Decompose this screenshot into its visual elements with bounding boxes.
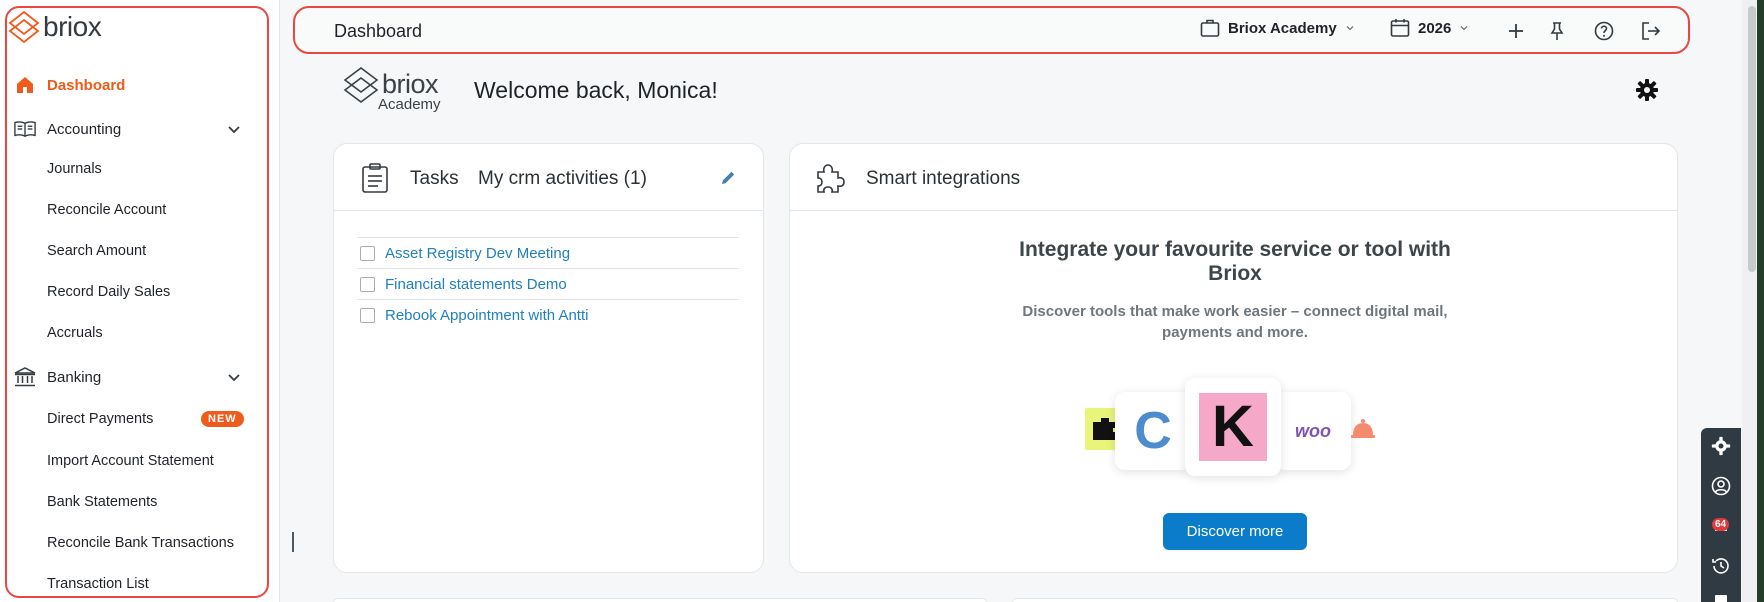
sidebar-item-bank-statements[interactable]: Bank Statements: [0, 485, 270, 519]
bank-icon: [14, 366, 36, 388]
c-logo: C: [1134, 402, 1172, 460]
pencil-icon[interactable]: [720, 169, 737, 186]
sidebar-item-transaction-list[interactable]: Transaction List: [0, 567, 270, 601]
text-cursor: [292, 532, 294, 552]
sidebar-item-label: Banking: [47, 368, 102, 386]
scroll-thumb[interactable]: [1748, 6, 1756, 272]
sidebar-item-dashboard[interactable]: Dashboard: [0, 68, 270, 102]
gear-icon[interactable]: [1710, 435, 1732, 457]
integrations-description: Discover tools that make work easier – c…: [1022, 303, 1448, 341]
sidebar-item-banking[interactable]: Banking: [0, 360, 270, 394]
calendar-icon: [1390, 19, 1410, 37]
sidebar-item-direct-payments[interactable]: Direct Payments NEW: [0, 402, 270, 436]
sidebar-item-label: Reconcile Account: [47, 202, 167, 218]
task-checkbox[interactable]: [360, 307, 375, 323]
briox-logo[interactable]: briox: [7, 10, 102, 44]
sidebar-item-label: Import Account Statement: [47, 453, 214, 469]
document-icon[interactable]: [1710, 590, 1732, 602]
woo-logo: woo: [1295, 420, 1331, 441]
bell-logo-icon: [1351, 419, 1375, 438]
woo-logo-tile: woo: [1275, 392, 1351, 470]
sidebar-item-reconcile-bank-transactions[interactable]: Reconcile Bank Transactions: [0, 526, 270, 560]
task-row: Asset Registry Dev Meeting: [357, 237, 739, 268]
briefcase-icon: [1200, 19, 1220, 37]
sidebar: briox Dashboard Accounting Journals Reco…: [0, 0, 280, 602]
sidebar-item-label: Dashboard: [47, 76, 126, 94]
page-title: Dashboard: [334, 21, 423, 41]
sidebar-item-reconcile-account[interactable]: Reconcile Account: [0, 193, 270, 227]
notification-badge: 64: [1712, 518, 1730, 531]
task-link[interactable]: Rebook Appointment with Antti: [385, 307, 588, 324]
brand-name: briox: [43, 11, 102, 42]
sidebar-item-label: Reconcile Bank Transactions: [47, 535, 234, 551]
book-icon: [14, 118, 36, 140]
gear-icon[interactable]: [1635, 78, 1659, 102]
task-list: Asset Registry Dev Meeting Financial sta…: [357, 237, 739, 330]
task-checkbox[interactable]: [360, 276, 375, 292]
lower-card-left: [333, 598, 987, 602]
sidebar-item-label: Record Daily Sales: [47, 284, 171, 300]
task-link[interactable]: Asset Registry Dev Meeting: [385, 245, 570, 262]
tasks-title: Tasks: [410, 168, 459, 189]
sidebar-item-record-daily-sales[interactable]: Record Daily Sales: [0, 275, 270, 309]
chevron-down-icon: [1346, 26, 1354, 31]
tasks-card: Tasks My crm activities (1) Asset Regist…: [333, 143, 764, 573]
desktop-edge: [1757, 0, 1764, 602]
chevron-down-icon: [1460, 26, 1468, 31]
sidebar-item-import-account-statement[interactable]: Import Account Statement: [0, 444, 270, 478]
task-row: Rebook Appointment with Antti: [357, 299, 739, 330]
briox-academy-logo-icon: [343, 67, 379, 103]
year-value: 2026: [1418, 19, 1452, 37]
sidebar-item-label: Bank Statements: [47, 494, 158, 510]
integrations-card: Smart integrations Integrate your favour…: [789, 143, 1678, 573]
home-icon: [14, 74, 36, 96]
side-toolbar: 64: [1701, 428, 1741, 602]
sidebar-item-label: Accounting: [47, 120, 122, 138]
welcome-message: Welcome back, Monica!: [474, 77, 718, 103]
logout-icon[interactable]: [1640, 20, 1662, 42]
task-checkbox[interactable]: [360, 245, 375, 261]
partner-logo-tile: C: [1115, 392, 1191, 470]
company-name: Briox Academy: [1228, 19, 1337, 37]
integrations-heading: Integrate your favourite service or tool…: [1019, 238, 1451, 285]
academy-subtitle: Academy: [378, 96, 441, 113]
academy-logo: briox Academy: [342, 66, 446, 116]
sidebar-item-label: Direct Payments: [47, 411, 154, 427]
top-header: Dashboard Briox Academy 2026: [293, 6, 1690, 54]
pin-icon[interactable]: [1546, 20, 1568, 42]
sidebar-item-search-amount[interactable]: Search Amount: [0, 234, 270, 268]
history-icon[interactable]: [1710, 555, 1732, 577]
task-row: Financial statements Demo: [357, 268, 739, 299]
user-circle-icon[interactable]: [1710, 475, 1732, 497]
sidebar-item-label: Accruals: [47, 325, 103, 341]
sidebar-item-label: Journals: [47, 161, 102, 177]
klarna-logo-tile: K: [1185, 378, 1281, 476]
sidebar-item-label: Search Amount: [47, 243, 147, 259]
discover-more-button[interactable]: Discover more: [1163, 513, 1307, 550]
chevron-down-icon[interactable]: [226, 369, 242, 385]
help-icon[interactable]: [1593, 20, 1615, 42]
task-link[interactable]: Financial statements Demo: [385, 276, 567, 293]
tasks-subtitle[interactable]: My crm activities (1): [478, 168, 647, 190]
integrations-card-header: Smart integrations: [790, 144, 1677, 211]
sidebar-item-label: Transaction List: [47, 576, 149, 592]
integrations-title: Smart integrations: [866, 168, 1021, 189]
company-selector[interactable]: Briox Academy: [1200, 18, 1355, 38]
year-selector[interactable]: 2026: [1390, 18, 1469, 38]
plus-icon[interactable]: [1505, 20, 1527, 42]
partner-logo-tile: [1348, 413, 1378, 443]
chevron-down-icon[interactable]: [226, 121, 242, 137]
clipboard-icon: [362, 163, 388, 193]
briox-logo-icon: [8, 10, 40, 44]
new-badge: NEW: [201, 411, 244, 427]
puzzle-icon: [817, 164, 845, 193]
lower-card-right: [1012, 598, 1678, 602]
klarna-logo: K: [1199, 393, 1267, 461]
sidebar-item-accounting[interactable]: Accounting: [0, 112, 270, 146]
k-letter: K: [1212, 394, 1254, 459]
sidebar-item-accruals[interactable]: Accruals: [0, 316, 270, 350]
tasks-card-header: Tasks My crm activities (1): [334, 144, 763, 211]
sidebar-item-journals[interactable]: Journals: [0, 152, 270, 186]
